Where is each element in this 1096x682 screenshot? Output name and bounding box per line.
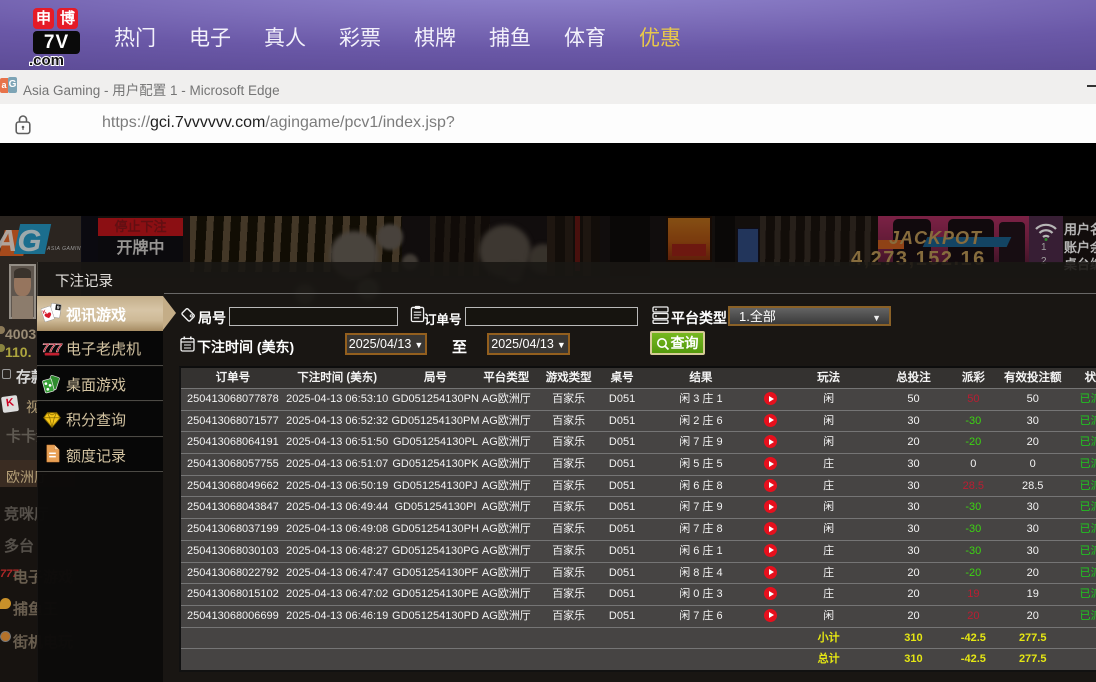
svg-text:777: 777 [42, 340, 63, 354]
